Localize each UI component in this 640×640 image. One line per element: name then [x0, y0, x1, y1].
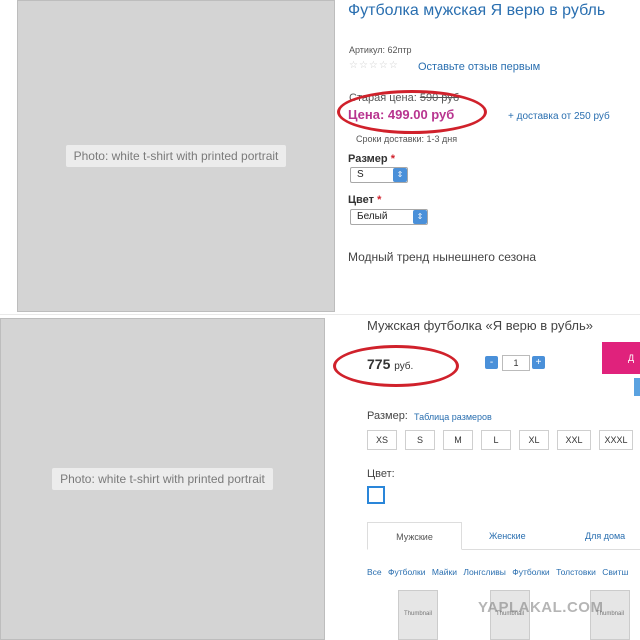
color-select-value: Белый	[357, 211, 388, 222]
price-currency: руб.	[394, 361, 414, 372]
category-link-sweatshirts[interactable]: Свитш	[602, 567, 628, 577]
current-price: 775 руб.	[367, 356, 413, 372]
size-select[interactable]: S ⇕	[350, 167, 408, 183]
product-photo-bottom: Photo: white t-shirt with printed portra…	[0, 318, 325, 640]
size-option-xxl[interactable]: XXL	[557, 430, 591, 450]
product-title: Футболка мужская Я верю в рубль	[348, 2, 606, 19]
required-mark: *	[377, 194, 382, 206]
delivery-link[interactable]: + доставка от 250 руб	[508, 111, 610, 122]
sku-text: Артикул: 62птр	[349, 45, 412, 55]
size-select-value: S	[357, 169, 364, 180]
tab-home[interactable]: Для дома	[585, 522, 625, 550]
quantity-input[interactable]: 1	[502, 355, 530, 371]
color-label: Цвет:	[367, 468, 395, 480]
color-swatch-white[interactable]	[367, 486, 385, 504]
size-option-xl[interactable]: XL	[519, 430, 549, 450]
watermark: YAPLAKAL.COM	[478, 599, 604, 616]
add-to-cart-button[interactable]: Д	[602, 342, 640, 374]
category-tabs: Мужские Женские Для дома	[367, 522, 640, 550]
category-link-hoodies[interactable]: Толстовки	[556, 567, 596, 577]
size-option-l[interactable]: L	[481, 430, 511, 450]
size-options: XS S M L XL XXL XXXL	[367, 430, 633, 450]
size-label: Размер:	[367, 410, 408, 422]
select-arrows-icon: ⇕	[393, 168, 407, 182]
category-link-tshirts[interactable]: Футболки	[388, 567, 425, 577]
category-link-tanks[interactable]: Майки	[432, 567, 457, 577]
section-divider	[0, 314, 640, 315]
write-review-link[interactable]: Оставьте отзыв первым	[418, 61, 540, 73]
color-label-text: Цвет	[348, 194, 375, 206]
size-label-text: Размер	[348, 153, 388, 165]
quantity-decrease-button[interactable]: -	[485, 356, 498, 369]
tab-men[interactable]: Мужские	[367, 522, 462, 550]
product-title: Мужская футболка «Я верю в рубль»	[367, 318, 593, 333]
color-label: Цвет *	[348, 194, 381, 206]
size-option-s[interactable]: S	[405, 430, 435, 450]
rating-stars-icon[interactable]: ☆☆☆☆☆	[349, 60, 399, 71]
size-chart-link[interactable]: Таблица размеров	[414, 412, 492, 422]
product-thumbnail[interactable]: Thumbnail	[398, 590, 438, 640]
category-link-tshirts-2[interactable]: Футболки	[512, 567, 549, 577]
select-arrows-icon: ⇕	[413, 210, 427, 224]
product-photo-bottom-label: Photo: white t-shirt with printed portra…	[52, 468, 273, 490]
product-photo-top-label: Photo: white t-shirt with printed portra…	[65, 145, 287, 167]
side-button[interactable]	[634, 378, 640, 396]
color-select[interactable]: Белый ⇕	[350, 209, 428, 225]
size-label: Размер *	[348, 153, 395, 165]
category-link-longsleeves[interactable]: Лонгсливы	[463, 567, 506, 577]
category-link-all[interactable]: Все	[367, 567, 382, 577]
product-photo-top: Photo: white t-shirt with printed portra…	[17, 0, 335, 312]
size-option-m[interactable]: M	[443, 430, 473, 450]
price-value: 775	[367, 356, 391, 372]
size-option-xxxl[interactable]: XXXL	[599, 430, 633, 450]
quantity-increase-button[interactable]: +	[532, 356, 545, 369]
required-mark: *	[390, 153, 395, 165]
tab-women[interactable]: Женские	[489, 522, 526, 550]
size-option-xs[interactable]: XS	[367, 430, 397, 450]
price-highlight-circle	[337, 90, 487, 134]
product-description: Модный тренд нынешнего сезона	[348, 250, 536, 264]
category-links: Все Футболки Майки Лонгсливы Футболки То…	[367, 567, 632, 577]
delivery-terms: Сроки доставки: 1-3 дня	[356, 134, 458, 144]
